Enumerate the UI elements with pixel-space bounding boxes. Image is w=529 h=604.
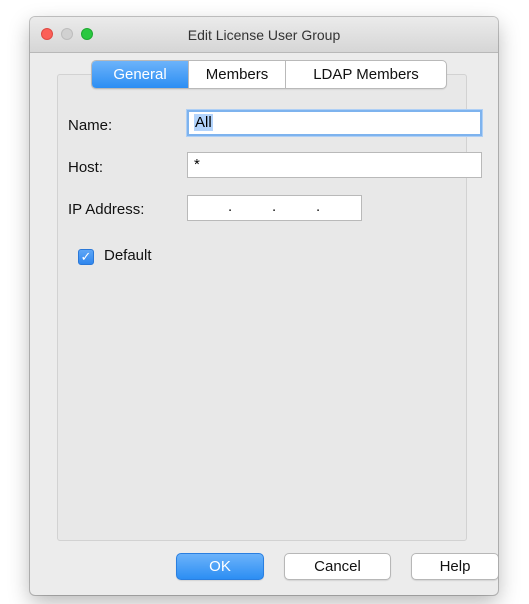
- name-field[interactable]: All: [187, 110, 482, 136]
- ip-separator: .: [316, 198, 321, 215]
- tab-bar: General Members LDAP Members: [91, 60, 447, 89]
- tab-general[interactable]: General: [92, 61, 188, 88]
- name-label: Name:: [68, 117, 113, 134]
- tab-content-panel: [57, 74, 467, 541]
- ip-separator: .: [272, 198, 277, 215]
- checkmark-icon: ✓: [80, 249, 92, 264]
- window-title: Edit License User Group: [187, 27, 341, 43]
- ok-button[interactable]: OK: [176, 553, 264, 580]
- tab-ldap-members[interactable]: LDAP Members: [285, 61, 446, 88]
- default-label[interactable]: Default: [104, 247, 152, 264]
- tab-members[interactable]: Members: [188, 61, 285, 88]
- name-value: All: [194, 114, 213, 131]
- ip-address-label: IP Address:: [68, 201, 145, 218]
- ip-address-field[interactable]: . . .: [187, 195, 362, 221]
- default-checkbox[interactable]: ✓: [78, 249, 94, 265]
- host-value: *: [194, 156, 200, 173]
- help-button[interactable]: Help: [411, 553, 498, 580]
- host-field[interactable]: *: [187, 152, 482, 178]
- cancel-button[interactable]: Cancel: [284, 553, 391, 580]
- title-bar[interactable]: Edit License User Group: [30, 17, 498, 53]
- host-label: Host:: [68, 159, 104, 176]
- ip-separator: .: [228, 198, 233, 215]
- edit-license-user-group-dialog: Edit License User Group General Members …: [30, 17, 498, 595]
